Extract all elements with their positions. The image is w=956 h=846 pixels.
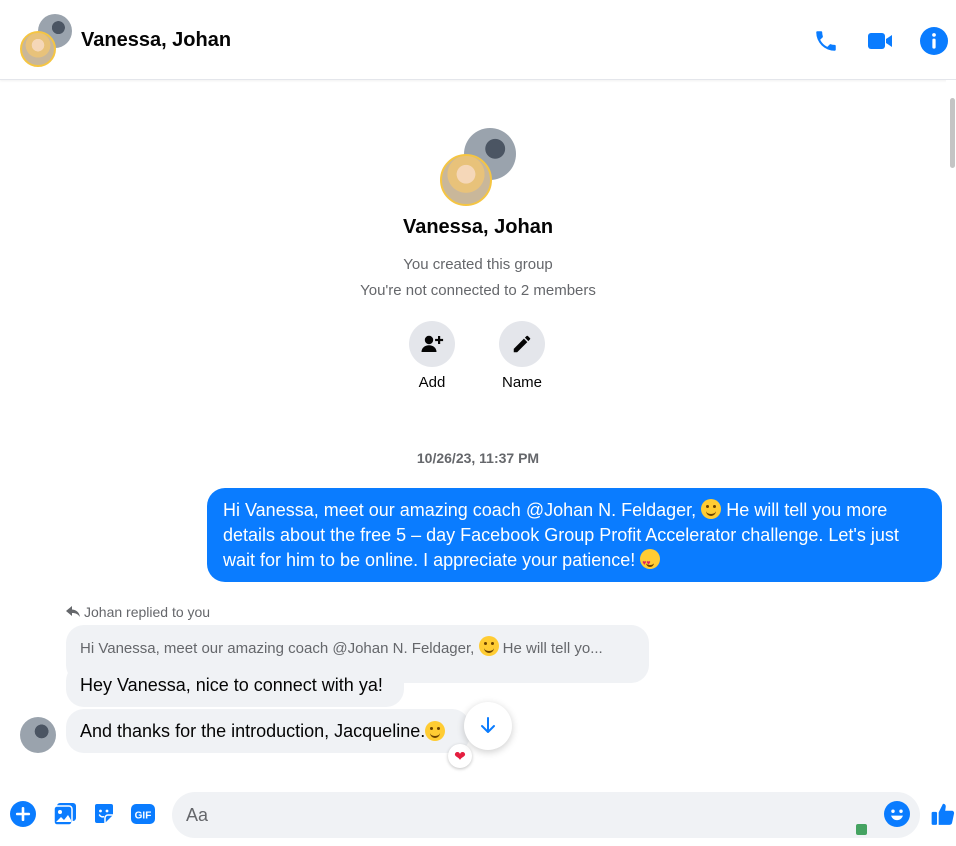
arrow-down-icon	[481, 717, 495, 733]
phone-icon	[816, 31, 836, 51]
gif-icon: GIF	[131, 804, 155, 824]
thumbs-up-icon	[931, 803, 955, 825]
group-intro-avatar	[440, 128, 518, 208]
emoji-icon	[884, 801, 910, 827]
heart-eyes-face-emoji	[640, 549, 661, 576]
smiling-face-emoji	[478, 636, 499, 656]
reply-indicator: Johan replied to you	[66, 604, 210, 620]
conversation-info-button[interactable]	[920, 27, 948, 55]
johan-avatar[interactable]	[20, 717, 56, 753]
attach-media-button[interactable]	[52, 801, 78, 827]
add-member-button[interactable]	[409, 321, 455, 367]
reply-label-text: Johan replied to you	[84, 604, 211, 620]
emoji-picker-button[interactable]	[884, 801, 910, 827]
plus-icon	[10, 801, 36, 827]
status-indicator	[856, 824, 867, 835]
quoted-text: He will tell yo...	[498, 640, 603, 657]
group-name: Vanessa, Johan	[402, 216, 554, 238]
add-person-icon	[421, 335, 444, 352]
sticker-button[interactable]	[91, 801, 117, 827]
reply-arrow-icon	[66, 606, 80, 617]
sticker-icon	[95, 804, 113, 823]
vanessa-avatar	[440, 154, 492, 206]
scrollbar-thumb[interactable]	[950, 98, 955, 168]
image-icon	[53, 803, 76, 826]
scroll-to-bottom-button[interactable]	[464, 702, 512, 750]
video-camera-icon	[868, 33, 892, 49]
audio-call-button[interactable]	[812, 27, 840, 55]
vanessa-avatar	[20, 31, 56, 67]
group-created-note: You created this group	[403, 256, 553, 273]
connection-note: You're not connected to 2 members	[360, 282, 596, 299]
video-call-button[interactable]	[866, 27, 894, 55]
incoming-message[interactable]: Hey Vanessa, nice to connect with ya!	[66, 663, 404, 707]
message-input[interactable]	[172, 792, 920, 838]
message-timestamp: 10/26/23, 11:37 PM	[416, 450, 540, 466]
info-icon	[920, 27, 948, 55]
message-text: Hey Vanessa, nice to connect with ya!	[80, 674, 383, 695]
chat-header: Vanessa, Johan	[0, 0, 956, 80]
incoming-message[interactable]: And thanks for the introduction, Jacquel…	[66, 709, 470, 753]
quoted-text: Hi Vanessa, meet our amazing coach @Joha…	[80, 640, 479, 657]
svg-text:GIF: GIF	[135, 811, 152, 822]
smiling-face-emoji	[701, 499, 722, 519]
conversation-title[interactable]: Vanessa, Johan	[81, 29, 231, 52]
rename-group-label: Name	[501, 374, 542, 391]
send-like-button[interactable]	[930, 801, 956, 827]
rename-group-button[interactable]	[499, 321, 545, 367]
group-avatar[interactable]	[20, 14, 74, 68]
outgoing-message[interactable]: Hi Vanessa, meet our amazing coach @Joha…	[207, 488, 942, 582]
gif-button[interactable]: GIF	[129, 801, 157, 827]
scrollbar-track[interactable]	[946, 80, 956, 776]
add-member-label: Add	[418, 374, 446, 391]
message-text: Hi Vanessa, meet our amazing coach @Joha…	[223, 500, 702, 520]
message-text: And thanks for the introduction, Jacquel…	[80, 720, 426, 741]
heart-reaction[interactable]: ❤	[448, 744, 472, 768]
more-actions-button[interactable]	[10, 801, 36, 827]
pencil-icon	[513, 335, 531, 353]
smiling-face-emoji	[425, 721, 446, 741]
